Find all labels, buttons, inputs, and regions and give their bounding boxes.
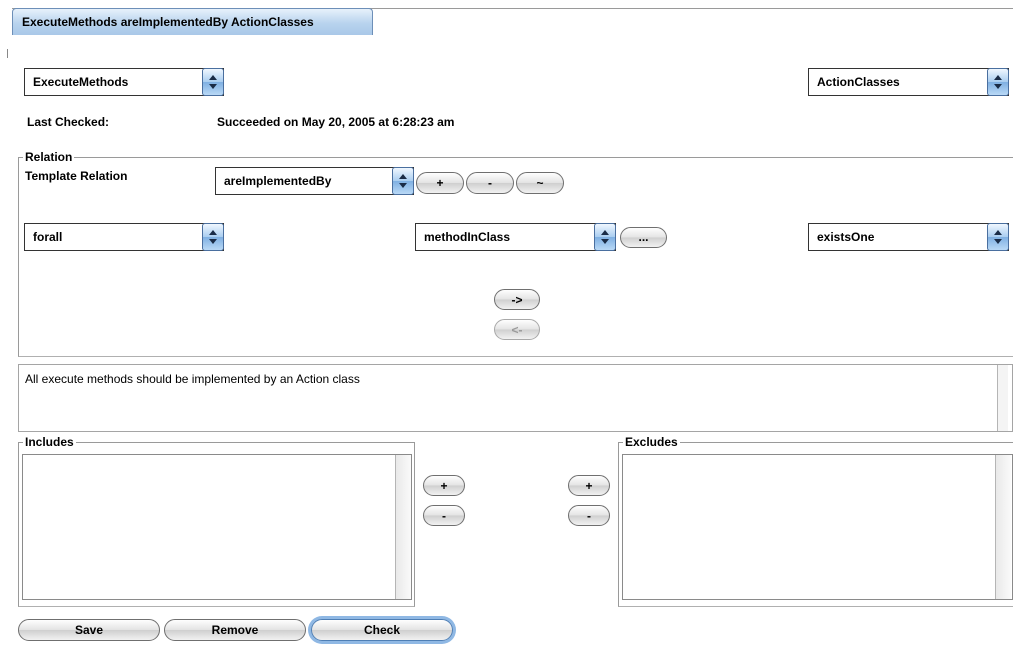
- description-area[interactable]: All execute methods should be implemente…: [18, 364, 1013, 432]
- target-select-value: ActionClasses: [817, 75, 900, 89]
- popup-arrows-icon[interactable]: [202, 223, 224, 251]
- source-select[interactable]: ExecuteMethods: [24, 68, 224, 96]
- description-text: All execute methods should be implemente…: [25, 372, 360, 386]
- forward-button[interactable]: ->: [494, 289, 540, 310]
- tab-rule[interactable]: ExecuteMethods areImplementedBy ActionCl…: [12, 8, 373, 35]
- relation-select[interactable]: methodInClass: [415, 223, 616, 251]
- template-relation-label: Template Relation: [25, 169, 128, 183]
- includes-add-button[interactable]: +: [423, 475, 465, 496]
- popup-arrows-icon[interactable]: [594, 223, 616, 251]
- popup-arrows-icon[interactable]: [392, 167, 414, 195]
- divider-tick: [7, 49, 8, 58]
- check-button[interactable]: Check: [311, 619, 453, 641]
- excludes-remove-button[interactable]: -: [568, 505, 610, 526]
- last-checked-label: Last Checked:: [27, 115, 110, 129]
- remove-template-button[interactable]: -: [466, 172, 514, 194]
- negate-template-button[interactable]: ~: [516, 172, 564, 194]
- includes-list[interactable]: [22, 454, 412, 600]
- includes-scrollbar[interactable]: [395, 455, 411, 599]
- save-button[interactable]: Save: [18, 619, 160, 641]
- excludes-add-button[interactable]: +: [568, 475, 610, 496]
- relation-value: methodInClass: [424, 230, 511, 244]
- includes-legend: Includes: [23, 435, 76, 449]
- quantifier-left-select[interactable]: forall: [24, 223, 224, 251]
- description-scrollbar[interactable]: [997, 365, 1008, 431]
- relation-more-button[interactable]: ...: [620, 227, 667, 248]
- backward-button[interactable]: <-: [494, 319, 540, 340]
- template-relation-select[interactable]: areImplementedBy: [215, 167, 414, 195]
- includes-remove-button[interactable]: -: [423, 505, 465, 526]
- popup-arrows-icon[interactable]: [987, 223, 1009, 251]
- quantifier-left-value: forall: [33, 230, 63, 244]
- template-relation-value: areImplementedBy: [224, 174, 332, 188]
- excludes-list[interactable]: [622, 454, 1013, 600]
- relation-legend: Relation: [23, 150, 75, 164]
- popup-arrows-icon[interactable]: [987, 68, 1009, 96]
- excludes-legend: Excludes: [623, 435, 680, 449]
- remove-button[interactable]: Remove: [164, 619, 306, 641]
- excludes-scrollbar[interactable]: [995, 455, 1011, 599]
- target-select[interactable]: ActionClasses: [808, 68, 1009, 96]
- quantifier-right-select[interactable]: existsOne: [808, 223, 1009, 251]
- add-template-button[interactable]: +: [416, 172, 464, 194]
- quantifier-right-value: existsOne: [817, 230, 875, 244]
- source-select-value: ExecuteMethods: [33, 75, 129, 89]
- last-checked-status: Succeeded on May 20, 2005 at 6:28:23 am: [217, 115, 455, 129]
- popup-arrows-icon[interactable]: [202, 68, 224, 96]
